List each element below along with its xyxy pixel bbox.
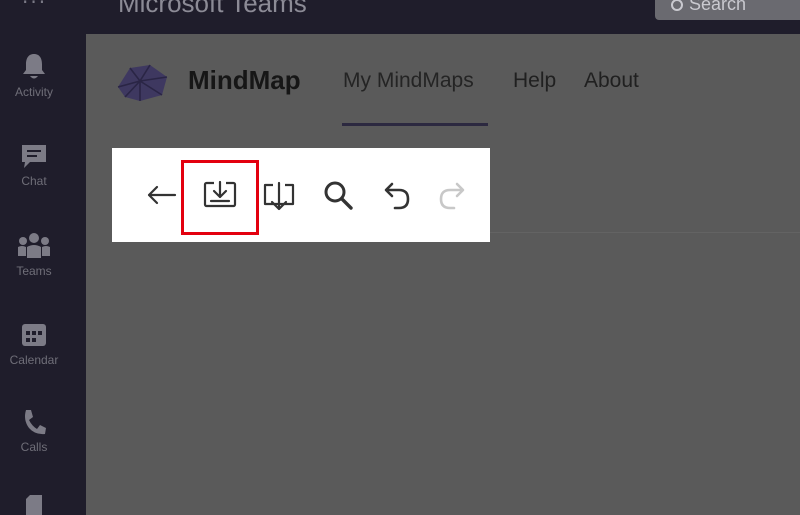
search-icon xyxy=(671,0,683,11)
search-placeholder: Search xyxy=(689,0,747,14)
export-download-icon xyxy=(263,181,295,211)
tab-about[interactable]: About xyxy=(584,69,639,93)
active-tab-indicator xyxy=(342,123,488,126)
undo-icon xyxy=(384,182,410,210)
rail-item-label: Calls xyxy=(20,440,48,454)
bell-icon xyxy=(23,54,45,79)
rail-item-calls[interactable]: Calls xyxy=(0,408,68,454)
tab-my-mindmaps[interactable]: My MindMaps xyxy=(343,69,474,93)
rail-item-label: Activity xyxy=(14,85,53,99)
rail-item-label: Calendar xyxy=(9,353,59,367)
rail-item-calendar[interactable]: Calendar xyxy=(0,321,68,367)
back-button[interactable] xyxy=(138,172,184,218)
rail-item-label: Teams xyxy=(16,264,52,278)
left-rail: Activity Chat Teams Calendar Calls xyxy=(0,34,86,515)
redo-icon xyxy=(439,182,465,210)
rail-item-label: Chat xyxy=(21,174,47,188)
rail-item-activity[interactable]: Activity xyxy=(0,51,68,99)
search-button[interactable] xyxy=(315,172,361,218)
search-input[interactable]: Search xyxy=(655,0,800,20)
rail-item-teams[interactable]: Teams xyxy=(0,232,68,278)
toolbar xyxy=(112,148,490,242)
calendar-icon xyxy=(22,324,46,346)
phone-icon xyxy=(25,410,46,435)
rail-item-chat[interactable]: Chat xyxy=(0,142,68,188)
mindmap-logo-icon xyxy=(117,64,168,101)
save-button[interactable] xyxy=(197,172,243,218)
undo-button[interactable] xyxy=(373,172,419,218)
save-download-icon xyxy=(203,180,237,208)
chat-icon xyxy=(22,145,46,168)
rail-item-files[interactable] xyxy=(0,493,68,515)
window-title: Microsoft Teams xyxy=(118,0,307,18)
tab-help[interactable]: Help xyxy=(513,69,556,93)
files-icon xyxy=(26,495,42,515)
redo-button[interactable] xyxy=(430,172,476,218)
teams-icon xyxy=(18,233,50,258)
app-launcher-icon[interactable]: ··· xyxy=(22,0,47,14)
search-icon xyxy=(324,181,353,210)
app-brand: MindMap xyxy=(188,65,301,95)
divider xyxy=(490,232,800,233)
back-arrow-icon xyxy=(147,185,177,205)
export-button[interactable] xyxy=(256,172,302,218)
title-bar: ··· Microsoft Teams Search xyxy=(0,0,800,34)
main-content xyxy=(86,34,800,515)
